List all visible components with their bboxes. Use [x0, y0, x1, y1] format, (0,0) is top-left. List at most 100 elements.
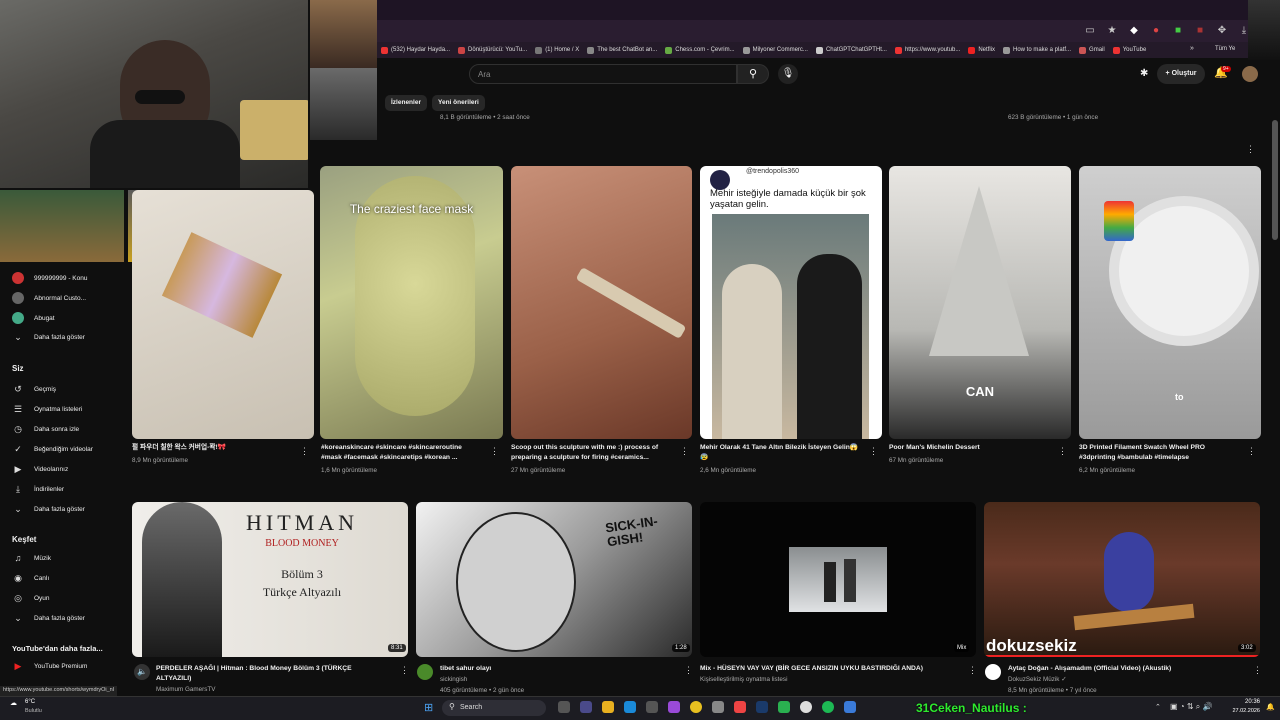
chip-watched[interactable]: İzlenenler	[385, 95, 427, 111]
bookmark-item[interactable]: https://www.youtub...	[894, 46, 960, 54]
bookmark-item[interactable]: Netflix	[968, 46, 995, 54]
channel-name[interactable]: sickingish	[440, 676, 467, 683]
bookmark-item[interactable]: (1) Home / X	[535, 46, 579, 54]
more-icon[interactable]: ⋮	[1246, 144, 1255, 155]
sidebar-item-premium[interactable]: ▶ YouTube Premium	[12, 661, 88, 672]
obs-icon[interactable]	[800, 701, 812, 713]
spotify-icon[interactable]	[822, 701, 834, 713]
app-icon[interactable]	[778, 701, 790, 713]
all-bookmarks[interactable]: Tüm Ye	[1215, 46, 1235, 52]
sound-icon[interactable]: 🔈	[134, 664, 150, 680]
bookmark-item[interactable]: Dönüştürücü: YouTu...	[458, 46, 527, 54]
extension-icon[interactable]: ◆	[1128, 25, 1140, 37]
short-thumbnail[interactable]	[511, 166, 692, 439]
bookmark-item[interactable]: ChatGPTChatGPTHt...	[815, 46, 887, 54]
extension-icon[interactable]: ■	[1194, 25, 1206, 37]
channel-name[interactable]: DokuzSekiz Müzik ✓	[1008, 676, 1066, 683]
sidebar-subscription[interactable]: Abnormal Custo...	[12, 292, 86, 304]
app-icon[interactable]	[734, 701, 746, 713]
more-icon[interactable]: ⋮	[684, 665, 693, 676]
sidebar-subscription[interactable]: 999999999 - Konu	[12, 272, 88, 284]
short-thumbnail[interactable]: The craziest face mask	[320, 166, 503, 439]
more-icon[interactable]: ⋮	[300, 446, 309, 457]
more-icon[interactable]: ⋮	[1253, 665, 1262, 676]
sidebar-show-more[interactable]: ⌄ Daha fazla göster	[12, 613, 85, 624]
sidebar-item-gaming[interactable]: ◎ Oyun	[12, 593, 49, 604]
search-input[interactable]: Ara	[469, 64, 737, 84]
screen-share-icon[interactable]: ▭	[1084, 25, 1096, 37]
chrome-icon[interactable]	[690, 701, 702, 713]
video-title[interactable]: PERDELER AŞAĞI | Hitman : Blood Money Bö…	[156, 664, 382, 684]
video-title[interactable]: Aytaç Doğan - Alışamadım (Official Video…	[1008, 664, 1238, 674]
create-button[interactable]: + Oluştur	[1157, 64, 1205, 84]
windows-start-icon[interactable]: ⊞	[424, 701, 433, 714]
bookmark-item[interactable]: (532) Haydar Hayda...	[381, 46, 450, 54]
chip-new-recommendations[interactable]: Yeni önerileri	[432, 95, 485, 111]
extensions-puzzle-icon[interactable]: ✥	[1216, 25, 1228, 37]
extension-icon[interactable]: ■	[1172, 25, 1184, 37]
sidebar-item-live[interactable]: ◉ Canlı	[12, 573, 49, 584]
sidebar-item-music[interactable]: ♫ Müzik	[12, 553, 51, 563]
bookmark-item[interactable]: Chess.com - Çevrim...	[665, 46, 735, 54]
short-thumbnail[interactable]	[132, 190, 314, 439]
video-title[interactable]: Mix - HÜSEYN VAY VAY (BİR GECE ANSIZIN U…	[700, 664, 960, 674]
sidebar-show-more[interactable]: ⌄ Daha fazla göster	[12, 332, 85, 343]
folder-icon[interactable]	[602, 701, 614, 713]
weather-icon[interactable]: ☁	[10, 699, 17, 707]
short-title[interactable]: 펄 파우더 칠한 왁스 커버업-꽉!🎀	[132, 443, 294, 453]
avatar[interactable]	[1242, 66, 1258, 82]
bookmark-item[interactable]: Milyoner Commerc...	[742, 46, 808, 54]
tray-icons[interactable]: ▣ ◔ ⇅ ⌕ 🔊	[1170, 702, 1212, 712]
bookmark-item[interactable]: The best ChatBot an...	[587, 46, 657, 54]
sidebar-item-history[interactable]: ↺ Geçmiş	[12, 384, 56, 395]
sidebar-item-liked[interactable]: ✓ Beğendiğim videolar	[12, 444, 93, 455]
video-thumbnail[interactable]: dokuzsekiz	[984, 502, 1260, 657]
short-title[interactable]: Scoop out this sculpture with me :) proc…	[511, 443, 676, 463]
cast-icon[interactable]: ✱	[1140, 68, 1148, 79]
short-thumbnail[interactable]: to	[1079, 166, 1261, 439]
edge-icon[interactable]	[624, 701, 636, 713]
video-title[interactable]: tibet sahur olayı	[440, 664, 660, 674]
app-icon[interactable]	[558, 701, 570, 713]
sidebar-item-downloads[interactable]: ⤓ İndirilenler	[12, 484, 64, 495]
notification-icon[interactable]: 🔔	[1266, 703, 1275, 711]
channel-name[interactable]: Maximum GamersTV	[156, 686, 215, 693]
sidebar-heading-you[interactable]: Siz	[12, 364, 24, 373]
sidebar-item-watch-later[interactable]: ◷ Daha sonra izle	[12, 424, 79, 435]
short-title[interactable]: 3D Printed Filament Swatch Wheel PRO #3d…	[1079, 443, 1241, 463]
search-button[interactable]: ⚲	[737, 64, 769, 84]
sidebar-subscription[interactable]: Abugat	[12, 312, 55, 324]
sidebar-show-more[interactable]: ⌄ Daha fazla göster	[12, 504, 85, 515]
more-icon[interactable]: ⋮	[1058, 446, 1067, 457]
voice-search-button[interactable]: 🎙	[778, 64, 798, 84]
scrollbar[interactable]	[1272, 120, 1278, 240]
taskbar-search[interactable]: Search	[442, 700, 546, 716]
bookmark-item[interactable]: YouTube	[1112, 46, 1146, 54]
app-icon[interactable]	[646, 701, 658, 713]
app-icon[interactable]	[668, 701, 680, 713]
bookmark-star-icon[interactable]: ★	[1106, 25, 1118, 37]
more-icon[interactable]: ⋮	[869, 446, 878, 457]
bookmark-item[interactable]: Gmail	[1079, 46, 1105, 54]
sidebar-item-your-videos[interactable]: ▶ Videolarınız	[12, 464, 69, 475]
extension-icon[interactable]: ●	[1150, 25, 1162, 37]
short-title[interactable]: Poor Man's Michelin Dessert	[889, 443, 1051, 453]
tray-chevron-icon[interactable]: ⌃	[1155, 703, 1161, 711]
avatar[interactable]	[417, 664, 433, 680]
bookmarks-overflow-icon[interactable]: »	[1190, 45, 1194, 52]
app-icon[interactable]	[580, 701, 592, 713]
more-icon[interactable]: ⋮	[968, 665, 977, 676]
channel-name[interactable]: Kişiselleştirilmiş oynatma listesi	[700, 676, 787, 683]
steam-icon[interactable]	[756, 701, 768, 713]
video-thumbnail[interactable]	[700, 502, 976, 657]
short-title[interactable]: Mehir Olarak 41 Tane Altın Bilezik İstey…	[700, 443, 862, 463]
more-icon[interactable]: ⋮	[680, 446, 689, 457]
app-icon[interactable]	[844, 701, 856, 713]
video-thumbnail[interactable]: HITMAN BLOOD MONEY Bölüm 3 Türkçe Altyaz…	[132, 502, 408, 657]
short-title[interactable]: #koreanskincare #skincare #skincarerouti…	[321, 443, 483, 463]
video-thumbnail[interactable]: SICK-IN-GISH!	[416, 502, 692, 657]
short-thumbnail[interactable]: @trendopolis360 Mehir isteğiyle damada k…	[700, 166, 882, 439]
app-icon[interactable]	[712, 701, 724, 713]
more-icon[interactable]: ⋮	[1247, 446, 1256, 457]
bookmark-item[interactable]: How to make a platf...	[1003, 46, 1071, 54]
